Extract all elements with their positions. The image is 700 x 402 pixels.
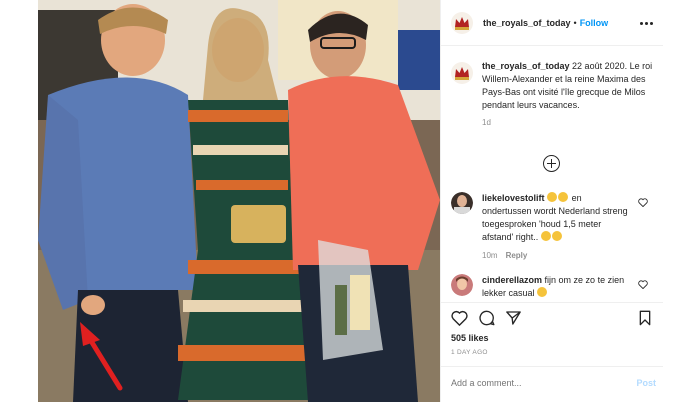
emoji-icon xyxy=(558,192,569,202)
comment-time: 10m xyxy=(482,251,498,260)
follow-button[interactable]: Follow xyxy=(580,18,609,28)
comment-username[interactable]: cinderellazom xyxy=(482,275,542,285)
emoji-icon xyxy=(540,231,551,241)
comment-body: liekelovestolift en ondertussen wordt Ne… xyxy=(482,192,632,260)
heart-icon[interactable] xyxy=(451,310,468,326)
load-more-plus-icon[interactable] xyxy=(543,155,560,172)
add-comment-input[interactable] xyxy=(451,378,621,388)
emoji-icon xyxy=(547,192,558,202)
caption-username[interactable]: the_royals_of_today xyxy=(482,61,570,71)
post-side-panel: the_royals_of_today • Follow the_royals_… xyxy=(440,0,664,402)
comment-text-block: cinderellazom fijn om ze zo te zien lekk… xyxy=(482,274,632,300)
post-comment-button[interactable]: Post xyxy=(636,378,656,388)
post-photo[interactable] xyxy=(38,0,440,402)
commenter-avatar[interactable] xyxy=(451,192,473,214)
right-margin xyxy=(663,0,700,402)
caption-crown-avatar-icon[interactable] xyxy=(451,62,473,84)
comment-item: cinderellazom fijn om ze zo te zien lekk… xyxy=(451,274,656,300)
comment-meta: 10m Reply xyxy=(482,251,632,260)
comment-text-block: liekelovestolift en ondertussen wordt Ne… xyxy=(482,192,632,244)
crown-avatar-icon[interactable] xyxy=(451,11,473,34)
share-icon[interactable] xyxy=(505,310,522,326)
comment-body: cinderellazom fijn om ze zo te zien lekk… xyxy=(482,274,632,300)
left-margin xyxy=(0,0,38,402)
header-username[interactable]: the_royals_of_today xyxy=(483,18,571,28)
photo-illustration xyxy=(38,0,440,402)
post-header: the_royals_of_today • Follow xyxy=(441,0,664,46)
likes-count[interactable]: 505 likes xyxy=(451,333,489,343)
add-comment-section: Post xyxy=(441,366,664,402)
comment-like-heart-icon[interactable] xyxy=(638,198,648,207)
commenter-avatar[interactable] xyxy=(451,274,473,296)
header-separator: • xyxy=(573,17,577,28)
caption-time: 1d xyxy=(482,118,491,127)
comment-icon[interactable] xyxy=(478,310,495,326)
emoji-icon xyxy=(537,287,548,297)
post-actions-bar xyxy=(441,302,664,334)
bookmark-icon[interactable] xyxy=(638,310,652,326)
comment-item: liekelovestolift en ondertussen wordt Ne… xyxy=(451,192,656,260)
instagram-post-window: the_royals_of_today • Follow the_royals_… xyxy=(0,0,700,402)
caption-text-block: the_royals_of_today 22 août 2020. Le roi… xyxy=(482,60,656,112)
caption-body: the_royals_of_today 22 août 2020. Le roi… xyxy=(482,60,656,127)
comment-username[interactable]: liekelovestolift xyxy=(482,193,545,203)
reply-button[interactable]: Reply xyxy=(506,251,528,260)
emoji-icon xyxy=(551,231,562,241)
comment-like-heart-icon[interactable] xyxy=(638,280,648,289)
more-options-icon[interactable] xyxy=(640,17,654,29)
caption: the_royals_of_today 22 août 2020. Le roi… xyxy=(451,60,656,127)
post-date: 1 DAY AGO xyxy=(451,349,488,356)
